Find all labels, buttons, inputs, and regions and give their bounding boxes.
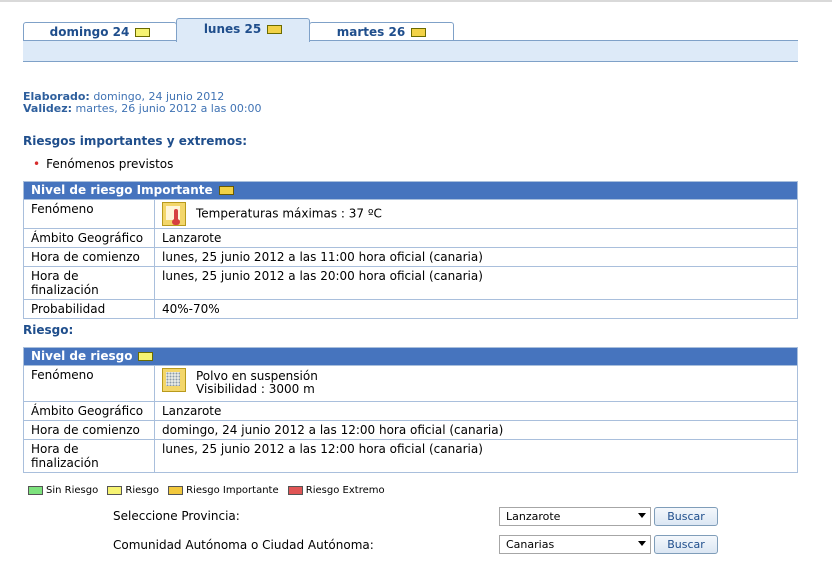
comienzo-label: Hora de comienzo [23, 420, 155, 440]
comienzo-value: lunes, 25 junio 2012 a las 11:00 hora of… [154, 247, 798, 267]
tab-lunes-25[interactable]: lunes 25 [176, 18, 310, 42]
risk-swatch-icon [267, 25, 283, 34]
validez-line: Validez: martes, 26 junio 2012 a las 00:… [23, 102, 262, 115]
risk-table: Nivel de riesgo Fenómeno Polvo en suspen… [23, 347, 798, 473]
buscar-provincia-button[interactable]: Buscar [654, 507, 718, 526]
fenomeno-label: Fenómeno [23, 199, 155, 229]
top-divider [0, 0, 832, 2]
risk-swatch-icon [135, 28, 151, 37]
provincia-select-value: Lanzarote [506, 510, 561, 523]
buscar-comunidad-button[interactable]: Buscar [654, 535, 718, 554]
bullet-icon: • [33, 157, 41, 171]
probabilidad-value: 40%-70% [154, 299, 798, 319]
tab-label: martes 26 [336, 25, 406, 39]
thermometer-icon [162, 202, 186, 226]
fenomeno-value: Temperaturas máximas : 37 ºC [196, 206, 382, 221]
fenomeno-line2: Visibilidad : 3000 m [196, 382, 315, 396]
fenomeno-value-cell: Polvo en suspensión Visibilidad : 3000 m [154, 365, 798, 402]
risk-swatch-icon [411, 28, 427, 37]
comunidad-select-value: Canarias [506, 538, 555, 551]
legend-swatch-icon [28, 485, 43, 495]
tab-domingo-24[interactable]: domingo 24 [23, 22, 177, 41]
ambito-label: Ámbito Geográfico [23, 228, 155, 248]
important-risk-header: Nivel de riesgo Importante [23, 181, 798, 200]
comienzo-value: domingo, 24 junio 2012 a las 12:00 hora … [154, 420, 798, 440]
chevron-down-icon [638, 513, 646, 518]
ambito-value: Lanzarote [154, 401, 798, 421]
header-label: Nivel de riesgo Importante [31, 183, 213, 197]
dust-icon [162, 368, 186, 392]
phenomena-bullet: • Fenómenos previstos [33, 157, 173, 171]
provincia-select[interactable]: Lanzarote [499, 507, 651, 526]
legend-item: Riesgo Importante [168, 485, 279, 496]
bullet-text: Fenómenos previstos [46, 157, 174, 171]
provincia-label: Seleccione Provincia: [113, 509, 240, 523]
fenomeno-value-cell: Temperaturas máximas : 37 ºC [154, 199, 798, 229]
legend-swatch-icon [168, 485, 184, 495]
tab-label: lunes 25 [203, 22, 262, 36]
comunidad-select[interactable]: Canarias [499, 535, 651, 554]
risk-legend: Sin Riesgo Riesgo Riesgo Importante Ries… [28, 485, 391, 496]
legend-swatch-icon [287, 485, 303, 495]
validez-label: Validez: [23, 102, 73, 115]
risk-swatch-icon [138, 352, 154, 361]
legend-item: Riesgo Extremo [287, 485, 385, 496]
validez-value: martes, 26 junio 2012 a las 00:00 [75, 102, 262, 115]
legend-item: Sin Riesgo [28, 485, 98, 496]
header-label: Nivel de riesgo [31, 349, 133, 363]
ambito-value: Lanzarote [154, 228, 798, 248]
risk-header: Nivel de riesgo [23, 347, 798, 366]
risk-title: Riesgo: [23, 323, 74, 337]
legend-swatch-icon [107, 485, 123, 495]
fin-value: lunes, 25 junio 2012 a las 12:00 hora of… [154, 439, 798, 473]
comienzo-label: Hora de comienzo [23, 247, 155, 267]
ambito-label: Ámbito Geográfico [23, 401, 155, 421]
tab-content-band [23, 40, 798, 62]
comunidad-label: Comunidad Autónoma o Ciudad Autónoma: [113, 538, 374, 552]
probabilidad-label: Probabilidad [23, 299, 155, 319]
fin-value: lunes, 25 junio 2012 a las 20:00 hora of… [154, 266, 798, 300]
fin-label: Hora de finalización [23, 266, 155, 300]
chevron-down-icon [638, 541, 646, 546]
tab-martes-26[interactable]: martes 26 [309, 22, 454, 41]
tab-label: domingo 24 [49, 25, 130, 39]
fin-label: Hora de finalización [23, 439, 155, 473]
risk-swatch-icon [218, 186, 234, 195]
important-risks-title: Riesgos importantes y extremos: [23, 134, 248, 148]
important-risk-table: Nivel de riesgo Importante Fenómeno Temp… [23, 181, 798, 319]
legend-item: Riesgo [107, 485, 159, 496]
fenomeno-label: Fenómeno [23, 365, 155, 402]
